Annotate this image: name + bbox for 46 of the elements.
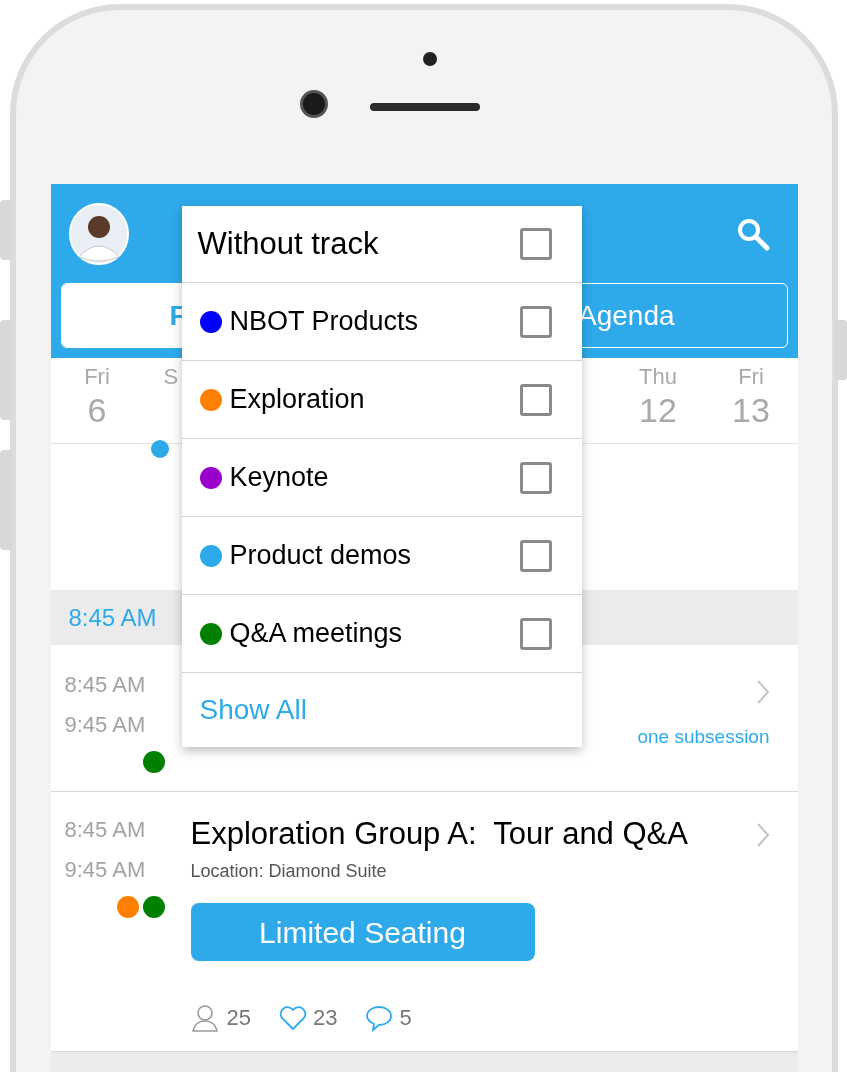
- track-filter-item[interactable]: NBOT Products: [181, 283, 582, 361]
- track-filter-item[interactable]: Product demos: [181, 517, 582, 595]
- weekday-label: Fri: [738, 364, 764, 390]
- attendee-icon: [190, 1002, 221, 1033]
- track-label: NBOT Products: [229, 305, 420, 339]
- track-checkbox[interactable]: [519, 305, 552, 338]
- avatar-icon: [68, 202, 129, 265]
- track-filter-item[interactable]: Without track: [181, 206, 582, 283]
- search-icon[interactable]: [735, 216, 770, 251]
- chevron-icon: [755, 822, 770, 848]
- track-checkbox[interactable]: [519, 228, 552, 260]
- track-label: Exploration: [229, 383, 366, 417]
- chevron-icon: [755, 679, 770, 705]
- weekday-label: S: [163, 364, 179, 390]
- track-label: Q&A meetings: [229, 617, 404, 651]
- track-label: Product demos: [229, 539, 413, 573]
- end-time: 9:45 AM: [64, 856, 147, 884]
- track-checkbox[interactable]: [519, 383, 552, 416]
- track-label: Keynote: [229, 461, 330, 495]
- start-time: 8:45 AM: [64, 816, 147, 844]
- speaker-icon: [370, 103, 480, 111]
- weekday-label: Thu: [639, 364, 677, 390]
- like-count: 23: [313, 1004, 338, 1032]
- track-checkbox[interactable]: [519, 461, 552, 494]
- limited-seating-badge: Limited Seating: [190, 903, 535, 961]
- end-time: 9:45 AM: [64, 711, 147, 739]
- track-label: Without track: [197, 224, 380, 263]
- track-filter-item[interactable]: Exploration: [181, 361, 582, 439]
- session-location: Location: Diamond Suite: [190, 860, 388, 883]
- track-checkbox[interactable]: [519, 539, 552, 572]
- track-filter-item[interactable]: Q&A meetings: [181, 595, 582, 673]
- weekday-label: Fri: [84, 364, 110, 390]
- sensor-icon: [423, 52, 437, 66]
- heart-icon[interactable]: [279, 1004, 307, 1031]
- date-number: 13: [732, 390, 770, 430]
- track-checkbox[interactable]: [519, 617, 552, 650]
- track-filter-item[interactable]: Keynote: [181, 439, 582, 517]
- attendee-count: 25: [226, 1004, 251, 1032]
- date-number: 12: [639, 390, 677, 430]
- date-number: 6: [87, 390, 107, 430]
- start-time: 8:45 AM: [64, 671, 147, 699]
- camera-icon: [300, 90, 328, 118]
- time-header-label: 8:45 AM: [68, 602, 157, 633]
- session-title[interactable]: Exploration Group A: Tour and Q&A: [190, 816, 688, 852]
- comment-icon[interactable]: [365, 1003, 394, 1032]
- comment-count: 5: [399, 1004, 412, 1032]
